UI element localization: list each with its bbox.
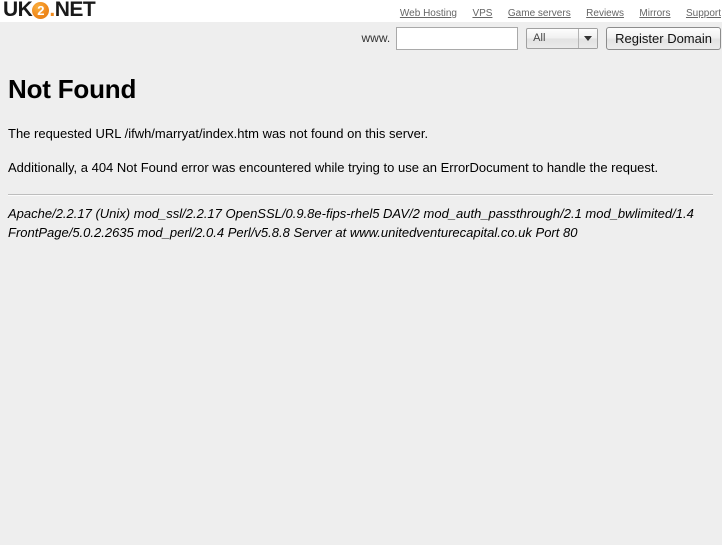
register-domain-button[interactable]: Register Domain xyxy=(606,27,721,50)
nav-web-hosting[interactable]: Web Hosting xyxy=(400,8,457,19)
page-title: Not Found xyxy=(8,74,137,104)
server-signature-line-1: Apache/2.2.17 (Unix) mod_ssl/2.2.17 Open… xyxy=(8,206,694,221)
tld-dropdown[interactable]: All xyxy=(526,28,599,49)
nav-vps[interactable]: VPS xyxy=(472,8,492,19)
primary-nav: Web Hosting VPS Game servers Reviews Mir… xyxy=(400,3,721,21)
domain-search-bar: www. All Register Domain xyxy=(0,22,727,56)
server-signature-line-2: FrontPage/5.0.2.2635 mod_perl/2.0.4 Perl… xyxy=(8,225,578,240)
nav-mirrors[interactable]: Mirrors xyxy=(639,8,670,19)
site-logo[interactable]: UK 2 .NET xyxy=(3,0,96,21)
server-signature: Apache/2.2.17 (Unix) mod_ssl/2.2.17 Open… xyxy=(8,204,708,242)
site-header: UK 2 .NET Web Hosting VPS Game servers Rev… xyxy=(0,0,727,22)
error-message-primary: The requested URL /ifwh/marryat/index.ht… xyxy=(8,126,429,141)
main-content: Not Found The requested URL /ifwh/marrya… xyxy=(0,74,727,242)
chevron-down-icon[interactable] xyxy=(578,29,598,48)
logo-text-suffix: NET xyxy=(54,0,96,21)
www-prefix-label: www. xyxy=(361,31,391,45)
content-divider xyxy=(8,194,713,196)
nav-game-servers[interactable]: Game servers xyxy=(508,8,571,19)
logo-two-badge-icon: 2 xyxy=(32,2,50,19)
error-message-secondary: Additionally, a 404 Not Found error was … xyxy=(8,160,659,175)
scrollbar-gutter xyxy=(722,22,727,545)
logo-text-prefix: UK xyxy=(3,0,33,21)
nav-support[interactable]: Support xyxy=(686,8,721,19)
domain-search-row: www. All Register Domain xyxy=(361,26,721,51)
nav-reviews[interactable]: Reviews xyxy=(586,8,624,19)
tld-dropdown-value: All xyxy=(533,32,546,44)
domain-search-input[interactable] xyxy=(396,27,519,50)
error-page: UK 2 .NET Web Hosting VPS Game servers Rev… xyxy=(0,0,727,545)
